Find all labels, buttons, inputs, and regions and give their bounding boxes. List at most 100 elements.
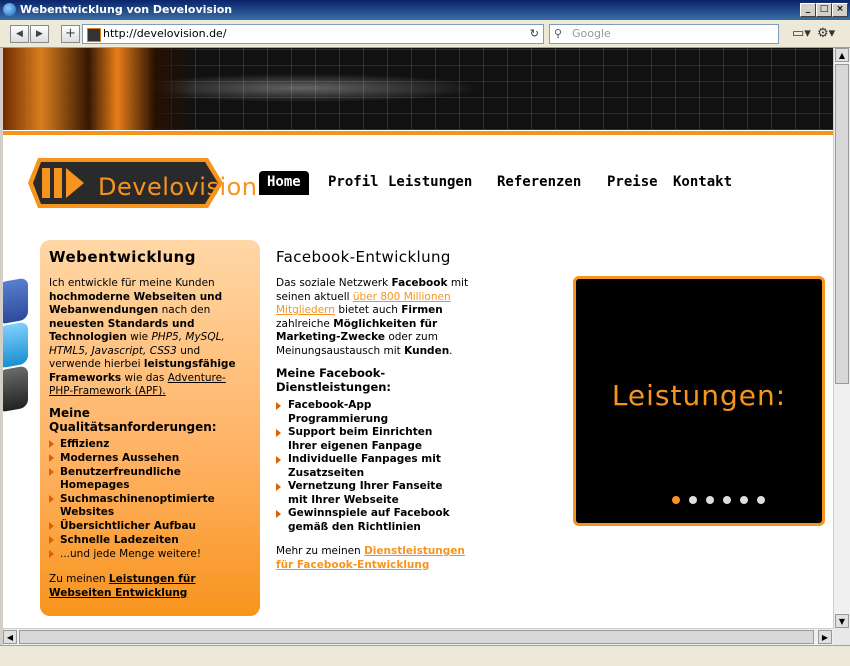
intro-text: . [449,344,453,357]
arrow-icon [49,522,54,530]
arrow-icon [276,510,281,518]
service-text: Programmierung [288,412,389,425]
back-button[interactable]: ◀ [10,25,29,43]
members-link[interactable]: Mitgliedern [276,304,335,316]
members-link[interactable]: über 800 Millionen [353,291,451,303]
horizontal-scroll-thumb[interactable] [19,630,814,644]
qualities-heading: Meine Qualitätsanforderungen: [49,406,254,434]
address-bar[interactable]: http://develovision.de/ ↻ [82,24,544,44]
search-placeholder: Google [572,27,611,40]
browser-app-icon [3,3,16,16]
intro-bold: leistungsfähige [143,358,236,370]
intro-bold: Facebook [391,277,448,289]
intro-text: zahlreiche [276,317,330,330]
page-menu-icon[interactable]: ▭▾ [792,26,811,41]
box-footer: Zu meinen Leistungen für Webseiten Entwi… [49,573,254,600]
service-text: gemäß den Richtlinien [288,520,421,533]
qualities-heading-line: Meine [49,406,90,420]
quality-text: Benutzerfreundliche Homepages [60,466,181,491]
arrow-icon [276,483,281,491]
slider-dot[interactable] [723,496,731,504]
services-heading: Meine Facebook- Dienstleistungen: [276,366,476,394]
nav-item-referenzen[interactable]: Referenzen [497,171,581,195]
intro-text: mit [450,277,469,289]
slider-dot[interactable] [757,496,765,504]
services-link[interactable]: für Facebook-Entwicklung [276,559,429,571]
forward-button[interactable]: ▶ [30,25,49,43]
slider-dot[interactable] [672,496,680,504]
reload-icon[interactable]: ↻ [530,27,539,40]
leistungen-slider[interactable]: Leistungen: [573,276,825,526]
site-logo[interactable]: Develovision [28,153,257,217]
intro-bold: Marketing-Zwecke [276,331,385,343]
leistungen-link[interactable]: Webseiten Entwicklung [49,587,187,599]
nav-item-leistungen[interactable]: Leistungen [388,171,472,195]
arrow-icon [276,402,281,410]
status-bar [0,645,850,666]
quality-item: Übersichtlicher Aufbau [49,520,249,533]
intro-italic: PHP5, MySQL, [151,331,225,343]
xing-icon[interactable] [3,365,28,413]
scroll-left-icon[interactable]: ◀ [3,630,17,644]
nav-item-kontakt[interactable]: Kontakt [673,171,732,195]
intro-text: wie [130,331,149,343]
intro-text: oder zum [388,331,438,343]
horizontal-scrollbar[interactable]: ◀ ▶ [3,628,833,645]
intro-italic: HTML5, Javascript, CSS3 [49,344,177,357]
search-input[interactable]: ⚲ Google [549,24,779,44]
banner-decoration [3,48,193,130]
apf-link[interactable]: PHP-Framework (APF). [49,385,166,397]
quality-text: Suchmaschinenoptimierte Websites [60,493,215,518]
apf-link[interactable]: Adventure- [168,372,226,384]
quality-text: Effizienz [60,438,110,450]
slider-dot[interactable] [740,496,748,504]
page-viewport: Develovision Home Profil Leistungen Refe… [3,48,833,628]
service-text: Vernetzung Ihrer Fanseite [288,480,443,492]
intro-text: Ich entwickle für meine Kunden [49,277,215,289]
close-button[interactable]: × [832,3,848,17]
service-text: Gewinnspiele auf Facebook [288,507,450,519]
intro-bold: Möglichkeiten für [333,317,438,330]
section-intro: Das soziale Netzwerk Facebook mit seinen… [276,277,486,358]
nav-item-preise[interactable]: Preise [607,171,658,195]
maximize-button[interactable]: □ [816,3,832,17]
social-icons [3,277,28,430]
quality-item: Benutzerfreundliche Homepages [49,466,249,492]
intro-text: Meinungsaustausch mit [276,344,401,357]
section-title: Facebook-Entwicklung [276,248,451,266]
scroll-up-icon[interactable]: ▲ [835,48,849,62]
header-banner [3,48,833,130]
site-favicon-icon [87,28,101,42]
quality-text: Schnelle Ladezeiten [60,534,179,546]
box-intro: Ich entwickle für meine Kunden hochmoder… [49,277,254,399]
twitter-icon[interactable] [3,321,28,369]
intro-text: verwende hierbei [49,358,141,370]
scroll-down-icon[interactable]: ▼ [835,614,849,628]
arrow-icon [276,456,281,464]
vertical-scroll-thumb[interactable] [835,64,849,384]
slider-dot[interactable] [706,496,714,504]
scroll-corner [833,628,850,645]
settings-gear-icon[interactable]: ⚙▾ [817,26,835,41]
services-link[interactable]: Dienstleistungen [364,545,465,557]
intro-text: bietet auch [338,304,398,316]
browser-toolbar: ◀ ▶ + http://develovision.de/ ↻ ⚲ Google… [0,20,850,48]
service-text: Support beim Einrichten [288,426,433,438]
nav-item-profil[interactable]: Profil [328,171,379,195]
facebook-icon[interactable] [3,277,28,325]
new-tab-button[interactable]: + [61,25,80,43]
slider-dot[interactable] [689,496,697,504]
nav-item-home[interactable]: Home [259,171,309,195]
scroll-right-icon[interactable]: ▶ [818,630,832,644]
vertical-scrollbar[interactable]: ▲ ▼ [833,48,850,628]
leistungen-link[interactable]: Leistungen für [109,573,196,585]
arrow-icon [49,440,54,448]
box-heading: Webentwicklung [49,248,197,266]
window-titlebar: Webentwicklung von Develovision _ □ × [0,0,850,20]
quality-text: Modernes Aussehen [60,452,180,464]
arrow-icon [276,429,281,437]
webentwicklung-box: Webentwicklung Ich entwickle für meine K… [40,240,260,616]
footer-prefix: Zu meinen [49,573,106,585]
qualities-heading-line: Qualitätsanforderungen: [49,420,217,434]
minimize-button[interactable]: _ [800,3,816,17]
